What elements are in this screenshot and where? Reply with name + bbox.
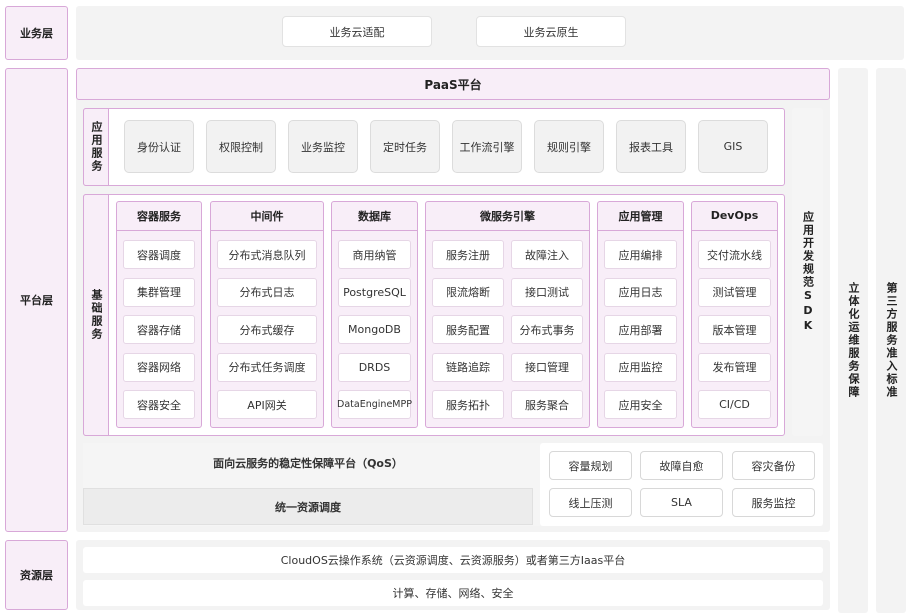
qos-item: 容灾备份 bbox=[732, 451, 815, 480]
sdk-column: 应用开发规范SDK bbox=[792, 108, 823, 436]
app-service-tile: 权限控制 bbox=[206, 120, 276, 173]
qos-item: SLA bbox=[640, 488, 723, 517]
resource-bar-infra: 计算、存储、网络、安全 bbox=[83, 580, 823, 606]
resource-bar-cloudos: CloudOS云操作系统（云资源调度、云资源服务）或者第三方Iaas平台 bbox=[83, 547, 823, 573]
service-item: 应用监控 bbox=[604, 352, 677, 382]
app-service-tile: 工作流引擎 bbox=[452, 120, 522, 173]
service-item: 容器安全 bbox=[123, 390, 195, 419]
service-column-title: 应用管理 bbox=[597, 201, 684, 231]
service-item: 分布式缓存 bbox=[217, 315, 317, 344]
service-column-title: 容器服务 bbox=[116, 201, 202, 231]
service-item: 分布式任务调度 bbox=[217, 352, 317, 382]
service-item: 服务聚合 bbox=[511, 390, 583, 419]
service-item: 服务配置 bbox=[432, 315, 504, 344]
service-item: 分布式消息队列 bbox=[217, 240, 317, 269]
qos-title: 面向云服务的稳定性保障平台（QoS） bbox=[213, 457, 403, 470]
business-layer-label: 业务层 bbox=[5, 6, 68, 60]
service-item: 容器调度 bbox=[123, 240, 195, 269]
service-item: 集群管理 bbox=[123, 277, 195, 307]
qos-item: 故障自愈 bbox=[640, 451, 723, 480]
resource-layer-label: 资源层 bbox=[5, 540, 68, 610]
platform-layer-label: 平台层 bbox=[5, 68, 68, 532]
service-item: CI/CD bbox=[698, 390, 771, 419]
service-item: MongoDB bbox=[338, 315, 411, 344]
service-item: 应用部署 bbox=[604, 315, 677, 344]
service-item: 测试管理 bbox=[698, 277, 771, 307]
paas-title: PaaS平台 bbox=[76, 68, 830, 100]
third-party-standard-column: 第三方服务准入标准 bbox=[876, 68, 906, 613]
service-item: DRDS bbox=[338, 352, 411, 382]
service-item: 应用日志 bbox=[604, 277, 677, 307]
qos-item: 线上压测 bbox=[549, 488, 632, 517]
service-item: 应用编排 bbox=[604, 240, 677, 269]
service-item: 容器存储 bbox=[123, 315, 195, 344]
service-item: 版本管理 bbox=[698, 315, 771, 344]
app-service-tile: 业务监控 bbox=[288, 120, 358, 173]
app-service-tile: 定时任务 bbox=[370, 120, 440, 173]
app-service-tile: 规则引擎 bbox=[534, 120, 604, 173]
service-item: 分布式日志 bbox=[217, 277, 317, 307]
service-item: 商用纳管 bbox=[338, 240, 411, 269]
service-item: 发布管理 bbox=[698, 352, 771, 382]
service-item: 服务拓扑 bbox=[432, 390, 504, 419]
app-service-tile: 身份认证 bbox=[124, 120, 194, 173]
service-item: 限流熔断 bbox=[432, 277, 504, 307]
service-item: 交付流水线 bbox=[698, 240, 771, 269]
service-column-title: 数据库 bbox=[331, 201, 418, 231]
service-column-title: 微服务引擎 bbox=[425, 201, 590, 231]
basic-services-label: 基础服务 bbox=[83, 194, 109, 436]
app-services-label: 应用服务 bbox=[83, 108, 109, 186]
service-item: PostgreSQL bbox=[338, 277, 411, 307]
service-column-title: DevOps bbox=[691, 201, 778, 231]
service-item: 接口管理 bbox=[511, 352, 583, 382]
service-item: DataEngineMPP bbox=[337, 390, 412, 419]
service-item: 服务注册 bbox=[432, 240, 504, 269]
business-item: 业务云原生 bbox=[476, 16, 626, 47]
app-service-tile: GIS bbox=[698, 120, 768, 173]
app-service-tile: 报表工具 bbox=[616, 120, 686, 173]
unified-scheduling: 统一资源调度 bbox=[83, 488, 533, 525]
service-item: 容器网络 bbox=[123, 352, 195, 382]
qos-item: 服务监控 bbox=[732, 488, 815, 517]
service-column-title: 中间件 bbox=[210, 201, 324, 231]
qos-item: 容量规划 bbox=[549, 451, 632, 480]
business-item: 业务云适配 bbox=[282, 16, 432, 47]
ops-assurance-column: 立体化运维服务保障 bbox=[838, 68, 868, 613]
service-item: API网关 bbox=[217, 390, 317, 419]
service-item: 接口测试 bbox=[511, 277, 583, 307]
service-item: 链路追踪 bbox=[432, 352, 504, 382]
service-item: 分布式事务 bbox=[511, 315, 583, 344]
service-item: 应用安全 bbox=[604, 390, 677, 419]
service-item: 故障注入 bbox=[511, 240, 583, 269]
